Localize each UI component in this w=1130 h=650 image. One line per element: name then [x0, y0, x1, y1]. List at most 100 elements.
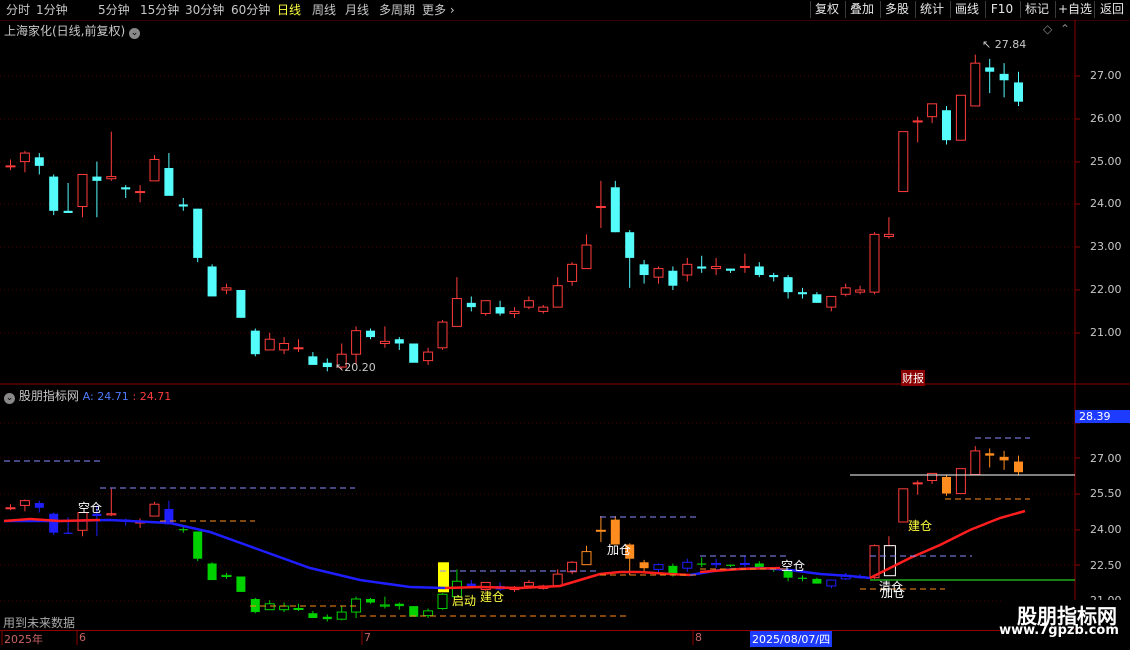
ind-candle-body [552, 573, 563, 587]
diamond-icon[interactable]: ◇ [1043, 22, 1052, 36]
ind-candle-body [106, 513, 117, 516]
candle-body [77, 173, 88, 208]
stock-title-text: 上海家化(日线,前复权) [4, 24, 126, 38]
ind-candle-body [379, 604, 390, 607]
ind-candle-body [193, 531, 203, 559]
stock-title[interactable]: 上海家化(日线,前复权) ⌄ [4, 22, 141, 39]
candle-body [826, 295, 837, 308]
candle-body [178, 204, 188, 207]
date-label: 2025年 [4, 633, 43, 646]
candle-body [970, 62, 981, 107]
candle-body [308, 356, 318, 365]
candle-body [394, 339, 404, 344]
candle-body [250, 330, 260, 355]
ind-candle-body [567, 561, 578, 573]
candle-body [5, 165, 16, 168]
chevron-down-icon[interactable]: ⌄ [4, 393, 15, 404]
candle-body [927, 103, 938, 118]
candle-body [840, 287, 851, 295]
ind-candle-body [999, 456, 1009, 461]
signal-kongcang: 空仓 [781, 559, 806, 573]
ind-candle-body [970, 450, 981, 476]
candle-body [451, 298, 462, 327]
candle-body [193, 208, 203, 258]
candle-body [19, 152, 30, 163]
low-value: 20.20 [344, 361, 376, 374]
candle-body [697, 266, 707, 269]
signal-jiancang: 建仓 [480, 590, 505, 604]
candle-body [279, 343, 290, 351]
ind-candle-body [394, 603, 404, 607]
candle-body [985, 67, 995, 72]
ind-candle-body [63, 532, 73, 534]
candle-body [883, 233, 894, 238]
ind-price-label: 24.00 [1090, 523, 1122, 536]
candle-body [149, 158, 160, 182]
candle-body [999, 73, 1009, 81]
date-axis [0, 630, 1000, 646]
candle-body [351, 330, 362, 355]
chevron-up-icon[interactable]: ⌃ [1060, 22, 1070, 36]
candle-body [379, 340, 390, 344]
ind-candle-body [149, 503, 160, 517]
ind-candle-body [34, 503, 44, 508]
indicator-value-a: A: 24.71 [82, 390, 129, 403]
price-label: 22.00 [1090, 283, 1122, 296]
ma-red-line [3, 517, 101, 523]
ind-candle-body [726, 564, 735, 566]
candle-body [63, 210, 73, 213]
ind-candle-body [1014, 461, 1023, 473]
high-marker: ↖ 27.84 [982, 38, 1027, 51]
earnings-tag[interactable]: 财报 [901, 370, 925, 386]
candle-body [942, 110, 951, 141]
signal-qidong: 启动 [452, 594, 477, 608]
ind-candle-body [955, 468, 966, 495]
current-price-tag: 28.39 [1075, 410, 1130, 423]
ind-candle-body [581, 551, 592, 566]
candle-body [49, 176, 59, 211]
date-label: 6 [79, 631, 86, 644]
candle-body [639, 264, 649, 276]
ind-candle-body [812, 578, 822, 584]
ind-candle-body [49, 513, 59, 533]
candle-body [466, 302, 476, 308]
high-value: 27.84 [994, 38, 1027, 51]
ind-candle-body [927, 472, 938, 482]
candle-body [610, 187, 620, 233]
candle-body [409, 343, 419, 363]
candle-body [812, 294, 822, 303]
candle-body [682, 263, 693, 276]
cursor-date: 2025/08/07/四 [750, 631, 833, 647]
indicator-value-b: : 24.71 [132, 390, 172, 403]
candle-body [34, 157, 44, 166]
ind-candle-body [985, 453, 995, 456]
candle-body [898, 131, 909, 193]
ind-candle-body [595, 529, 606, 532]
ind-candle-body [437, 593, 448, 609]
candle-body [423, 351, 434, 362]
candle-body [783, 277, 793, 293]
ind-candle-body [322, 616, 332, 620]
candle-body [164, 168, 174, 196]
ind-candle-body [207, 563, 217, 581]
candle-body [106, 176, 117, 180]
price-label: 24.00 [1090, 197, 1122, 210]
chevron-down-icon[interactable]: ⌄ [129, 28, 141, 39]
candle-body [322, 362, 332, 368]
candle-body [538, 306, 549, 312]
candle-body [567, 263, 578, 282]
candle-body [509, 310, 520, 315]
indicator-title[interactable]: ⌄ 股朋指标网 A: 24.71 : 24.71 [4, 387, 171, 404]
candle-body [855, 289, 866, 293]
candle-body [1014, 82, 1023, 102]
ind-candle-body [409, 606, 419, 617]
ind-price-label: 25.50 [1090, 487, 1122, 500]
ind-candle-body [19, 500, 30, 506]
ind-candle-body [336, 611, 347, 620]
ind-candle-body [912, 482, 923, 485]
ind-candle-body [236, 576, 246, 592]
price-label: 26.00 [1090, 112, 1122, 125]
kline-chart[interactable] [0, 0, 1130, 650]
candle-body [739, 265, 750, 268]
ind-candle-body [942, 476, 951, 494]
